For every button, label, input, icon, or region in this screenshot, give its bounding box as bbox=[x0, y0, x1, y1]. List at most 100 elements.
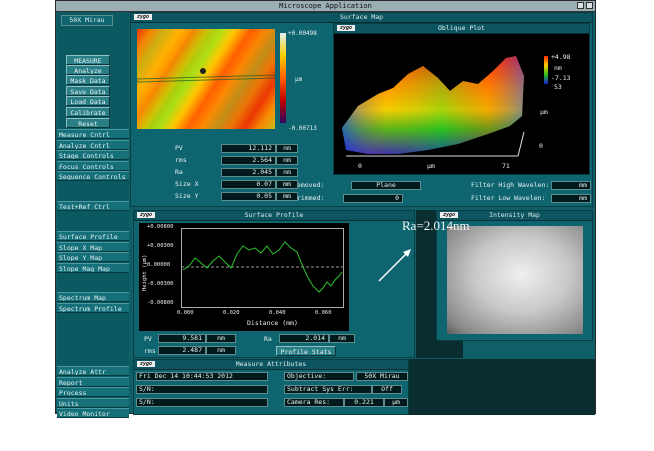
stat-pv-unit[interactable]: nm bbox=[276, 144, 298, 153]
stat-rms-unit[interactable]: nm bbox=[276, 156, 298, 165]
oblique-plot-panel: zygo Oblique Plot +4.98 nm -7.13 53 µm 0… bbox=[333, 23, 590, 175]
filter-high-unit[interactable]: mm bbox=[551, 181, 591, 190]
stat-size-y-unit[interactable]: mm bbox=[276, 192, 298, 201]
objective-select[interactable]: 50X Mirau bbox=[61, 15, 113, 26]
objective-value: 50X Mirau bbox=[356, 372, 408, 381]
subtract-sys-err-value: Off bbox=[372, 385, 402, 394]
intensity-map-image[interactable] bbox=[447, 226, 583, 334]
sidebar-button-analyze[interactable]: Analyze bbox=[66, 65, 110, 75]
surface-profile-panel: zygo Surface Profile +0.00800 +0.00300 0.0… bbox=[133, 210, 415, 358]
minimize-button[interactable] bbox=[577, 2, 584, 9]
sidebar-button-reset[interactable]: Reset bbox=[66, 118, 110, 128]
profile-y-tick: +0.00800 bbox=[147, 224, 174, 230]
profile-ra-label: Ra bbox=[264, 335, 272, 343]
objective-label: Objective: bbox=[284, 372, 354, 381]
surface-map-image[interactable] bbox=[137, 29, 275, 129]
sidebar-item-process[interactable]: Process bbox=[57, 387, 129, 397]
sidebar-item-measure-cntrl[interactable]: Measure Cntrl bbox=[57, 129, 129, 139]
sidebar-button-mask-data[interactable]: Mask Data bbox=[66, 75, 110, 85]
stat-pv-value[interactable]: 12.112 bbox=[221, 144, 276, 153]
serial-number-2: S/N: bbox=[136, 398, 268, 407]
sidebar-button-calibrate[interactable]: Calibrate bbox=[66, 107, 110, 117]
profile-rms-value[interactable]: 2.487 bbox=[158, 346, 206, 355]
microscope-application-window: Microscope Application 50X Mirau MEASURE… bbox=[55, 0, 596, 418]
profile-y-tick: +0.00300 bbox=[147, 243, 174, 249]
serial-number-1: S/N: bbox=[136, 385, 268, 394]
oblique-y-zero: 0 bbox=[539, 142, 543, 150]
sidebar-item-analyze-cntrl[interactable]: Analyze Cntrl bbox=[57, 139, 129, 150]
sidebar-item-analyze-attr[interactable]: Analyze Attr bbox=[57, 366, 129, 376]
profile-y-tick: -0.00300 bbox=[147, 281, 174, 287]
maximize-button[interactable] bbox=[586, 2, 593, 9]
window-title: Microscope Application bbox=[279, 2, 372, 10]
sidebar-item-slope-x-map[interactable]: Slope X Map bbox=[57, 241, 129, 252]
oblique-3d-plot[interactable] bbox=[338, 36, 528, 161]
filter-low-unit[interactable]: mm bbox=[551, 194, 591, 203]
oblique-y-label: µm bbox=[540, 108, 548, 116]
filter-high-label: Filter High Wavelen: bbox=[471, 181, 550, 189]
oblique-x-zero: 0 bbox=[358, 162, 362, 170]
oblique-x-label: µm bbox=[427, 162, 435, 170]
sidebar-item-spectrum-profile[interactable]: Spectrum Profile bbox=[57, 302, 129, 313]
profile-pv-unit[interactable]: nm bbox=[206, 334, 236, 343]
sidebar-item-sequence-controls[interactable]: Sequence Controls bbox=[57, 171, 129, 181]
stat-size-x-value[interactable]: 0.07 bbox=[221, 180, 276, 189]
surface-profile-header: zygo Surface Profile bbox=[134, 211, 414, 221]
sidebar-item-report[interactable]: Report bbox=[57, 376, 129, 387]
stat-size-y-label: Size Y bbox=[175, 192, 199, 200]
sidebar-button-save-data[interactable]: Save Data bbox=[66, 86, 110, 96]
stat-ra-unit[interactable]: nm bbox=[276, 168, 298, 177]
scale-unit-label: µm bbox=[295, 76, 303, 83]
sidebar-button-measure[interactable]: MEASURE bbox=[66, 55, 110, 65]
oblique-plot-title: Oblique Plot bbox=[438, 24, 485, 32]
filter-low-label: Filter Low Wavelen: bbox=[471, 194, 546, 202]
stat-ra-value[interactable]: 2.045 bbox=[221, 168, 276, 177]
camera-res-unit: µm bbox=[384, 398, 408, 407]
surface-map-header: zygo Surface Map bbox=[131, 13, 592, 23]
profile-pv-value[interactable]: 9.581 bbox=[158, 334, 206, 343]
stat-ra-label: Ra bbox=[175, 168, 183, 176]
measure-attributes-header: zygo Measure Attributes bbox=[134, 360, 408, 370]
oblique-plot-header: zygo Oblique Plot bbox=[334, 24, 589, 34]
camera-res-label: Camera Res: bbox=[284, 398, 344, 407]
measure-attributes-panel: zygo Measure Attributes Fri Dec 14 10:44… bbox=[133, 359, 409, 415]
profile-plot-area bbox=[181, 228, 344, 308]
profile-stats-button[interactable]: Profile Stats bbox=[276, 346, 336, 356]
sidebar-button-load-data[interactable]: Load Data bbox=[66, 96, 110, 106]
ra-annotation-text: Ra=2.014nm bbox=[402, 218, 470, 233]
surface-profile-chart[interactable]: +0.00800 +0.00300 0.00000 -0.00300 -0.00800 … bbox=[139, 223, 349, 331]
profile-ra-unit[interactable]: nm bbox=[329, 334, 355, 343]
profile-y-tick: -0.00800 bbox=[147, 300, 174, 306]
sidebar-item-slope-y-map[interactable]: Slope Y Map bbox=[57, 252, 129, 262]
sidebar-item-stage-controls[interactable]: Stage Controls bbox=[57, 150, 129, 160]
stat-size-x-label: Size X bbox=[175, 180, 199, 188]
stat-size-y-value[interactable]: 0.05 bbox=[221, 192, 276, 201]
profile-rms-unit[interactable]: nm bbox=[206, 346, 236, 355]
sidebar-item-spectrum-map[interactable]: Spectrum Map bbox=[57, 292, 129, 302]
oblique-z-extra: 53 bbox=[554, 83, 562, 91]
profile-ra-value[interactable]: 2.014 bbox=[279, 334, 329, 343]
profile-x-tick: 0.020 bbox=[223, 310, 240, 316]
sidebar-item-video-monitor[interactable]: Video Monitor bbox=[57, 408, 129, 418]
lower-right-empty-area bbox=[409, 359, 595, 415]
profile-y-tick: 0.00000 bbox=[147, 262, 171, 268]
profile-rms-label: rms bbox=[144, 347, 156, 355]
stat-size-x-unit[interactable]: mm bbox=[276, 180, 298, 189]
removed-value[interactable]: Plane bbox=[351, 181, 421, 190]
stat-rms-value[interactable]: 2.564 bbox=[221, 156, 276, 165]
stat-rms-label: rms bbox=[175, 156, 187, 164]
sidebar-item-slope-mag-map[interactable]: Slope Mag Map bbox=[57, 262, 129, 273]
sidebar-item-surface-profile[interactable]: Surface Profile bbox=[57, 231, 129, 241]
oblique-z-max: +4.98 bbox=[551, 53, 571, 61]
annotation-arrow-icon bbox=[378, 249, 411, 282]
surface-map-title: Surface Map bbox=[339, 13, 384, 21]
sidebar-item-test-ref-ctrl[interactable]: Test+Ref Ctrl bbox=[57, 201, 129, 211]
scale-min-label: -0.00713 bbox=[288, 125, 317, 132]
oblique-x-max: 71 bbox=[502, 162, 510, 170]
oblique-color-scale bbox=[544, 56, 548, 84]
profile-x-tick: 0.060 bbox=[315, 310, 332, 316]
sidebar-item-units[interactable]: Units bbox=[57, 397, 129, 408]
sidebar-item-focus-controls[interactable]: Focus Controls bbox=[57, 160, 129, 171]
trimmed-value[interactable]: 0 bbox=[343, 194, 403, 203]
camera-res-value: 0.221 bbox=[344, 398, 384, 407]
